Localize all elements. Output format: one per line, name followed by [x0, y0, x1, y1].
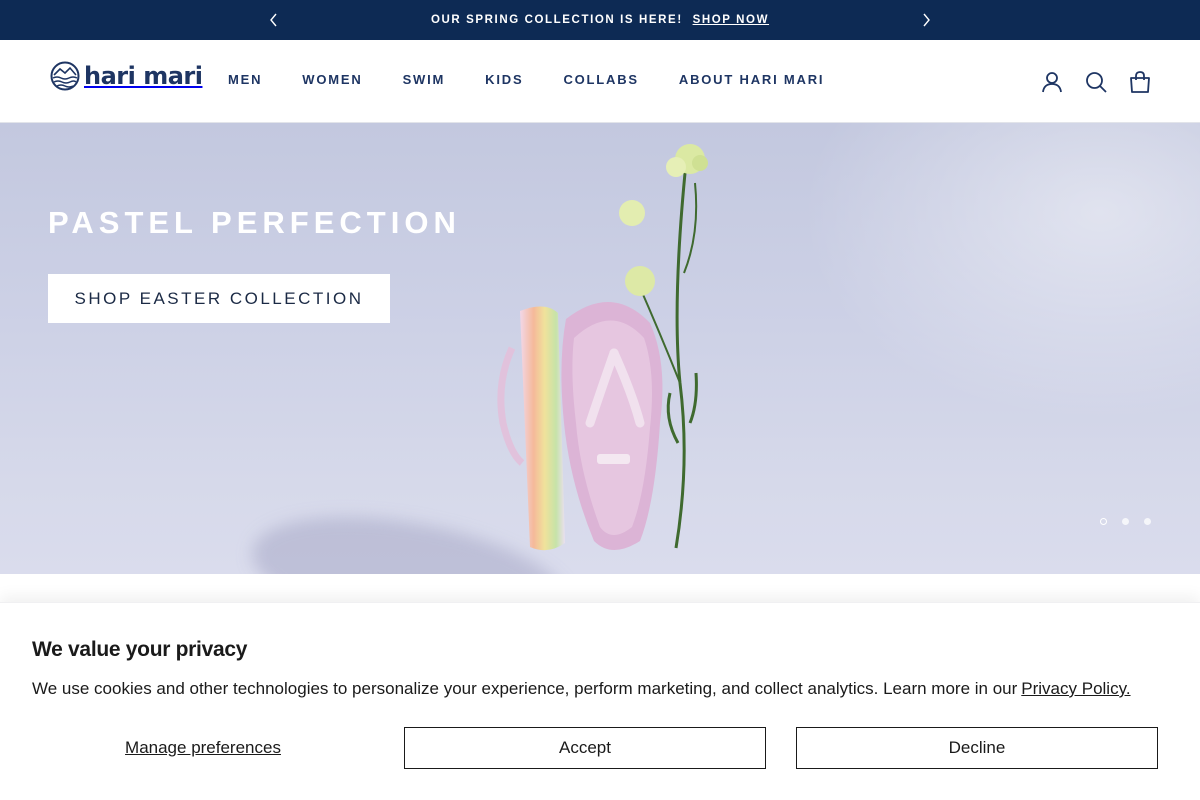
cookie-title: We value your privacy — [32, 638, 248, 661]
wave-logo-icon — [50, 61, 80, 91]
hero-banner: PASTEL PERFECTION SHOP EASTER COLLECTION — [0, 123, 1200, 574]
search-icon[interactable] — [1084, 70, 1108, 94]
site-header: hari mari MEN WOMEN SWIM KIDS COLLABS AB… — [0, 40, 1200, 123]
slide-indicators — [1100, 518, 1166, 525]
nav-about[interactable]: ABOUT HARI MARI — [679, 72, 824, 87]
shop-now-link[interactable]: SHOP NOW — [693, 14, 769, 26]
chevron-left-icon[interactable] — [265, 11, 283, 29]
hero-product-image — [497, 144, 708, 551]
cookie-text: We use cookies and other technologies to… — [32, 679, 1131, 699]
cookie-description: We use cookies and other technologies to… — [32, 679, 1018, 698]
header-icons — [1020, 70, 1152, 94]
nav-swim[interactable]: SWIM — [403, 72, 446, 87]
cookie-banner: We value your privacy We use cookies and… — [0, 602, 1200, 800]
announcement-text: OUR SPRING COLLECTION IS HERE! — [430, 14, 683, 26]
announcement-bar: OUR SPRING COLLECTION IS HERE! SHOP NOW — [0, 0, 1200, 40]
chevron-right-icon[interactable] — [917, 11, 935, 29]
nav-collabs[interactable]: COLLABS — [563, 72, 638, 87]
slide-dot-1[interactable] — [1100, 518, 1107, 525]
accept-button[interactable]: Accept — [404, 727, 766, 769]
announcement-message: OUR SPRING COLLECTION IS HERE! SHOP NOW — [431, 14, 769, 26]
logo[interactable]: hari mari — [50, 60, 203, 92]
manage-preferences-button[interactable]: Manage preferences — [32, 727, 374, 769]
decline-button[interactable]: Decline — [796, 727, 1158, 769]
nav-women[interactable]: WOMEN — [302, 72, 362, 87]
logo-text: hari mari — [84, 62, 203, 90]
nav-men[interactable]: MEN — [228, 72, 262, 87]
account-icon[interactable] — [1040, 70, 1064, 94]
hero-title: PASTEL PERFECTION — [48, 205, 461, 240]
slide-dot-2[interactable] — [1122, 518, 1129, 525]
slide-dot-3[interactable] — [1144, 518, 1151, 525]
nav-kids[interactable]: KIDS — [485, 72, 523, 87]
cart-icon[interactable] — [1128, 70, 1152, 94]
shop-easter-button[interactable]: SHOP EASTER COLLECTION — [48, 274, 390, 323]
main-nav: MEN WOMEN SWIM KIDS COLLABS ABOUT HARI M… — [228, 72, 864, 87]
privacy-policy-link[interactable]: Privacy Policy. — [1021, 679, 1130, 698]
